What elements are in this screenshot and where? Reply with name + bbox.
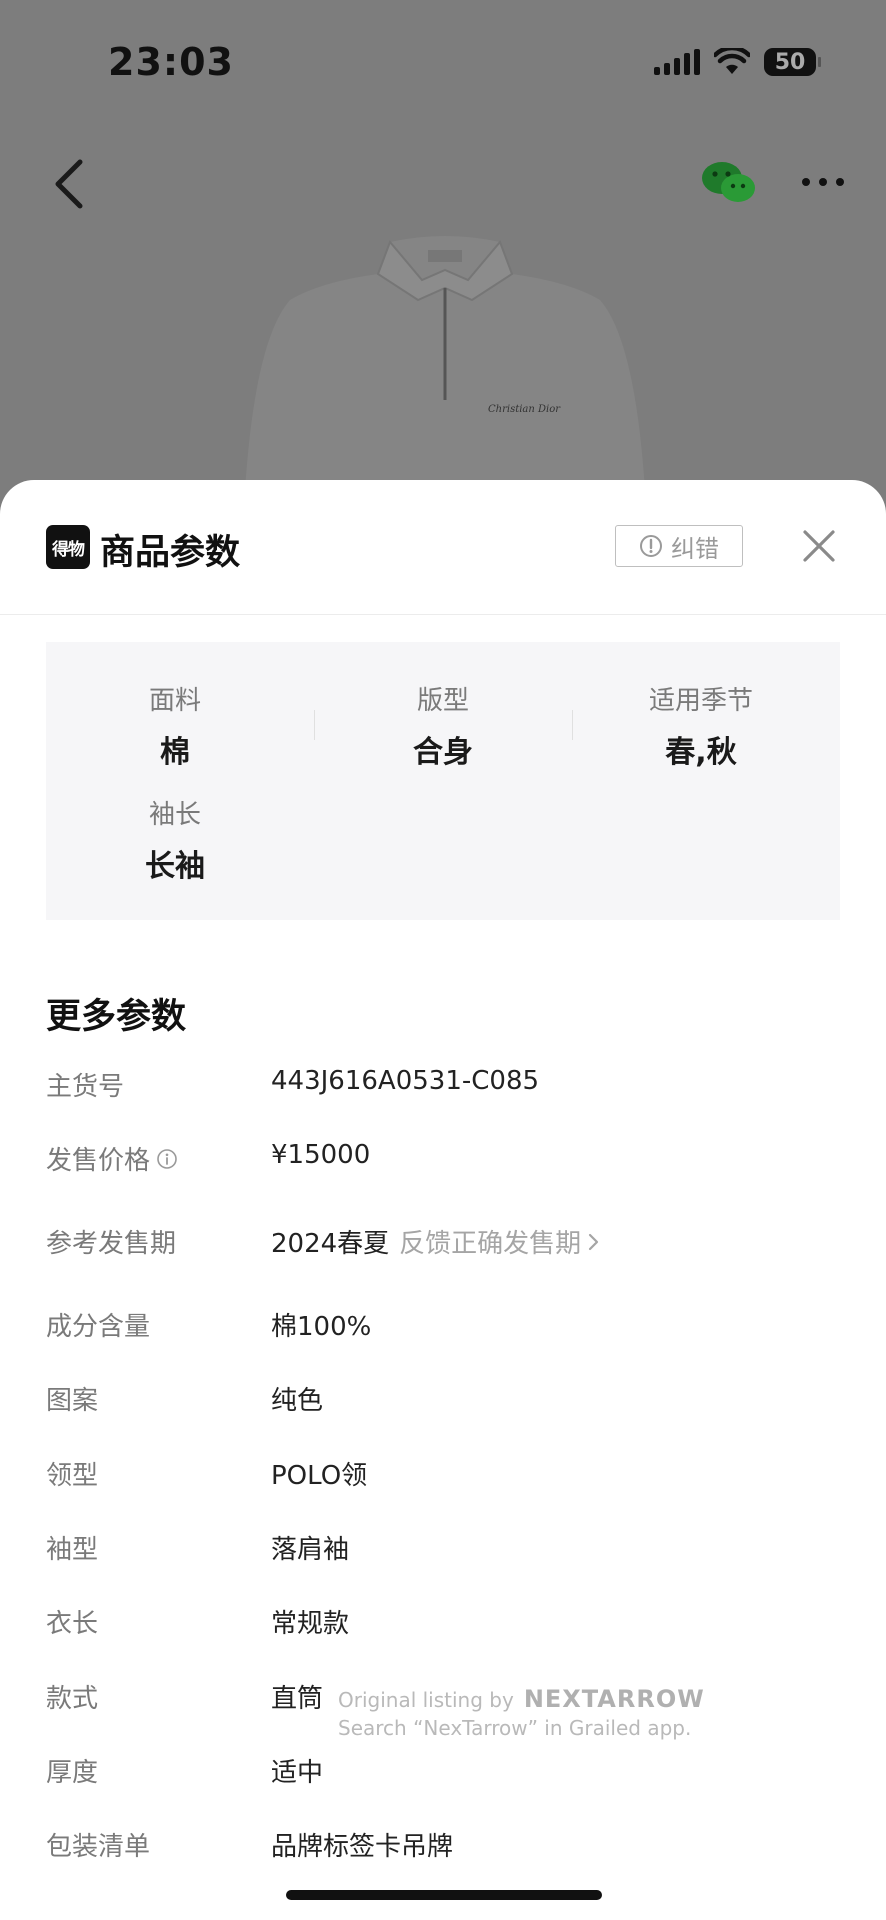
param-value: ¥15000 [271,1140,371,1170]
param-row-sleeve-type: 袖型 落肩袖 [46,1529,846,1569]
release-date-value: 2024春夏 [271,1229,390,1259]
key-param-value: 合身 [413,735,473,770]
watermark-line1: Original listing by [338,1688,514,1712]
battery-icon: 50 [764,48,821,76]
product-params-sheet: 得物 商品参数 纠错 面料 棉 版型 合身 适用季节 春,秋 袖长 长袖 更多参… [0,480,886,1920]
param-value: 棉100% [271,1312,372,1342]
param-label: 衣长 [46,1609,99,1639]
param-row-style-code: 主货号 443J616A0531-C085 [46,1066,846,1106]
info-icon[interactable] [156,1148,178,1170]
param-label-text: 发售价格 [46,1146,151,1176]
param-value: POLO领 [271,1461,368,1491]
key-param-sleeve: 袖长 长袖 [46,794,304,885]
feedback-release-date-link[interactable]: 反馈正确发售期 [399,1223,601,1260]
watermark-line2: Search “NexTarrow” in Grailed app. [338,1716,692,1740]
key-param-label: 版型 [416,686,469,716]
param-value: 2024春夏 反馈正确发售期 [271,1223,601,1260]
param-label: 图案 [46,1386,99,1416]
home-indicator[interactable] [286,1890,602,1900]
param-row-release-date: 参考发售期 2024春夏 反馈正确发售期 [46,1223,846,1263]
chevron-left-icon[interactable] [48,158,88,210]
more-params-title: 更多参数 [46,997,187,1037]
key-param-label: 适用季节 [648,686,753,716]
key-param-label: 袖长 [148,800,201,830]
chevron-right-icon [589,1233,599,1250]
param-label: 成分含量 [46,1312,151,1342]
more-dots-icon[interactable] [800,174,846,190]
param-label: 袖型 [46,1535,99,1565]
param-label: 包装清单 [46,1832,151,1862]
feedback-link-label: 反馈正确发售期 [399,1229,582,1259]
report-error-button[interactable]: 纠错 [615,525,743,567]
param-value: 纯色 [271,1386,324,1416]
param-label: 领型 [46,1461,99,1491]
param-row-collar: 领型 POLO领 [46,1455,846,1495]
key-param-value: 长袖 [145,849,205,884]
key-param-fit: 版型 合身 [314,680,572,771]
param-row-length: 衣长 常规款 [46,1603,846,1643]
param-value: 品牌标签卡吊牌 [271,1832,454,1862]
watermark-brand: NEXTARROW [523,1685,705,1713]
status-time: 23:03 [108,40,234,84]
cellular-signal-icon [654,49,700,75]
sheet-header: 得物 商品参数 纠错 [0,480,886,615]
close-icon[interactable] [802,529,836,563]
product-page-background: 23:03 50 Christian Dior [0,0,886,530]
param-label: 款式 [46,1684,99,1714]
key-param-season: 适用季节 春,秋 [572,680,830,771]
param-value: 常规款 [271,1609,350,1639]
sheet-title: 商品参数 [100,533,241,573]
key-param-value: 棉 [160,735,190,770]
wifi-icon [714,48,750,74]
param-row-package: 包装清单 品牌标签卡吊牌 [46,1826,846,1866]
param-value: 443J616A0531-C085 [271,1066,540,1096]
param-row-pattern: 图案 纯色 [46,1380,846,1420]
watermark: Original listing by NEXTARROW Search “Nex… [338,1685,705,1742]
key-param-fabric: 面料 棉 [46,680,304,771]
report-error-label: 纠错 [671,534,719,563]
param-value: 适中 [271,1758,324,1788]
param-label: 主货号 [46,1072,125,1102]
param-value: 落肩袖 [271,1535,350,1565]
key-param-value: 春,秋 [665,735,737,770]
param-row-thickness: 厚度 适中 [46,1752,846,1792]
exclamation-circle-icon [640,535,662,557]
param-value: 直筒 [271,1684,324,1714]
param-row-price: 发售价格 ¥15000 [46,1140,846,1180]
param-label: 发售价格 [46,1140,178,1177]
key-param-label: 面料 [148,686,201,716]
param-row-composition: 成分含量 棉100% [46,1306,846,1346]
status-icons: 50 [654,48,821,76]
param-label: 厚度 [46,1758,99,1788]
battery-level: 50 [774,49,806,75]
wechat-icon[interactable] [700,160,756,206]
dewu-logo: 得物 [46,525,90,569]
param-label: 参考发售期 [46,1229,177,1259]
chest-logo: Christian Dior [488,404,561,415]
key-params-card: 面料 棉 版型 合身 适用季节 春,秋 袖长 长袖 [46,642,840,920]
